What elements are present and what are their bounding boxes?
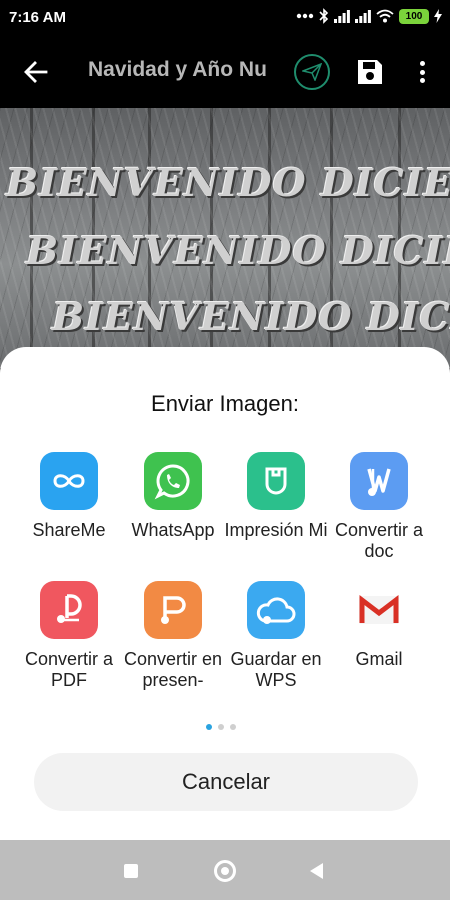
share-target-label: Gmail	[355, 649, 403, 669]
share-target-convert-doc[interactable]: Convertir a doc	[323, 452, 435, 562]
gmail-icon	[350, 581, 408, 639]
greeting-text: BIENVENIDO DICIEMBRE	[52, 294, 450, 339]
status-icons: 100	[296, 8, 442, 24]
page-dot	[230, 724, 236, 730]
share-target-convert-pdf[interactable]: Convertir a PDF	[13, 581, 125, 691]
share-target-label: Guardar en WPS	[230, 649, 322, 690]
greeting-text: BIENVENIDO DICIEMBRE	[6, 160, 450, 205]
more-options-button[interactable]	[412, 58, 432, 86]
notification-dots-icon	[296, 13, 314, 19]
back-button[interactable]	[20, 56, 52, 88]
shareme-infinity-icon	[40, 452, 98, 510]
background-image: BIENVENIDO DICIEMBRE BIENVENIDO DICIEMBR…	[0, 108, 450, 368]
share-target-mi-print[interactable]: Impresión Mi	[220, 452, 332, 541]
share-target-label: ShareMe	[32, 520, 106, 540]
page-title: Navidad y Año Nuevo	[88, 58, 266, 81]
home-circle-icon[interactable]	[214, 860, 236, 882]
recents-square-icon[interactable]	[124, 864, 138, 878]
share-target-convert-presentation[interactable]: Convertir en presen-	[117, 581, 229, 691]
cancel-button[interactable]: Cancelar	[34, 753, 418, 811]
share-target-label: Impresión Mi	[224, 520, 328, 540]
share-target-label: Convertir en presen-	[123, 649, 223, 690]
wps-pdf-icon	[40, 581, 98, 639]
wps-cloud-icon	[247, 581, 305, 639]
status-time: 7:16 AM	[9, 9, 66, 26]
wps-doc-icon	[350, 452, 408, 510]
save-button[interactable]	[356, 58, 384, 86]
status-bar: 7:16 AM 100	[0, 0, 450, 36]
bluetooth-icon	[319, 8, 329, 24]
battery-icon: 100	[399, 8, 429, 24]
wifi-icon	[376, 9, 394, 23]
charging-bolt-icon	[434, 9, 442, 23]
signal-icon	[334, 9, 350, 23]
more-vertical-icon	[419, 61, 425, 66]
send-button[interactable]	[294, 54, 330, 90]
back-triangle-icon[interactable]	[310, 863, 323, 879]
whatsapp-icon	[144, 452, 202, 510]
share-target-label: WhatsApp	[131, 520, 215, 540]
mi-print-icon	[247, 452, 305, 510]
greeting-text: BIENVENIDO DICIEMBRE	[26, 228, 450, 273]
page-dot-active	[206, 724, 212, 730]
page-indicator	[206, 724, 236, 730]
share-target-label: Convertir a PDF	[24, 649, 114, 690]
share-target-gmail[interactable]: Gmail	[323, 581, 435, 670]
share-sheet: Enviar Imagen: ShareMe WhatsApp Impresió…	[0, 347, 450, 840]
wps-presentation-icon	[144, 581, 202, 639]
floppy-disk-icon	[358, 60, 382, 84]
share-target-save-wps[interactable]: Guardar en WPS	[220, 581, 332, 691]
share-target-label: Convertir a doc	[334, 520, 424, 561]
share-sheet-title: Enviar Imagen:	[151, 391, 299, 416]
page-dot	[218, 724, 224, 730]
app-toolbar: Navidad y Año Nuevo	[0, 36, 450, 108]
share-target-shareme[interactable]: ShareMe	[13, 452, 125, 541]
back-arrow-icon	[24, 61, 48, 83]
system-nav-bar	[0, 840, 450, 900]
paper-plane-icon	[302, 63, 322, 81]
signal-icon	[355, 9, 371, 23]
share-target-whatsapp[interactable]: WhatsApp	[117, 452, 229, 541]
